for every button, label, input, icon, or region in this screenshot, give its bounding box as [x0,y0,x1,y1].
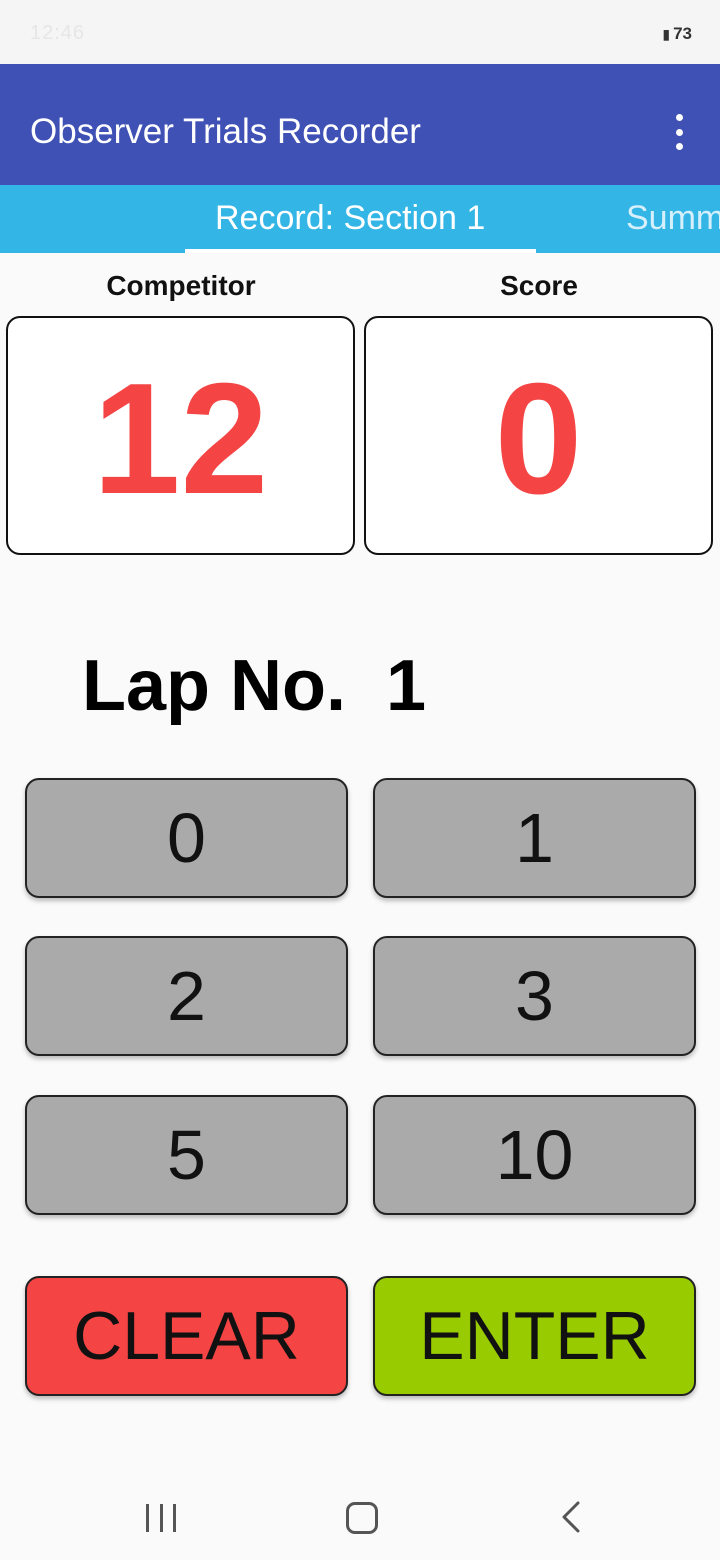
navigation-bar [0,1470,720,1560]
score-button-0[interactable]: 0 [25,778,348,898]
recents-icon[interactable] [146,1504,176,1532]
score-button-1[interactable]: 1 [373,778,696,898]
score-button-3[interactable]: 3 [373,936,696,1056]
tab-record-section[interactable]: Record: Section 1 [215,199,485,238]
competitor-label: Competitor [106,270,256,301]
score-label: Score [500,270,578,301]
menu-dot [675,143,683,150]
recents-bar [159,1504,163,1532]
score-value: 0 [494,350,583,527]
battery-icon: ▮ [662,26,671,42]
competitor-display[interactable]: 12 [6,316,355,555]
competitor-value: 12 [92,350,269,527]
tab-summary[interactable]: Summ [626,199,720,238]
score-display[interactable]: 0 [364,316,713,555]
score-button-2[interactable]: 2 [25,936,348,1056]
more-vert-icon[interactable] [663,114,695,150]
home-icon[interactable] [346,1502,378,1534]
status-battery: ▮ 73 [662,24,692,44]
status-time: 12:46 [30,22,86,44]
enter-button[interactable]: ENTER [373,1276,696,1396]
menu-dot [675,114,683,121]
app-title: Observer Trials Recorder [30,112,421,151]
status-bar: 12:46 ▮ 73 [0,0,720,64]
battery-level: 73 [673,24,692,43]
tab-bar: Record: Section 1 Summ [0,185,720,253]
app-bar: Observer Trials Recorder [0,64,720,185]
score-button-10[interactable]: 10 [373,1095,696,1215]
tab-indicator [185,249,536,253]
score-button-5[interactable]: 5 [25,1095,348,1215]
lap-number: Lap No. 1 [82,646,427,726]
back-icon[interactable] [554,1499,590,1535]
clear-button[interactable]: CLEAR [25,1276,348,1396]
recents-bar [173,1504,176,1532]
menu-dot [675,128,683,136]
recents-bar [146,1504,149,1532]
